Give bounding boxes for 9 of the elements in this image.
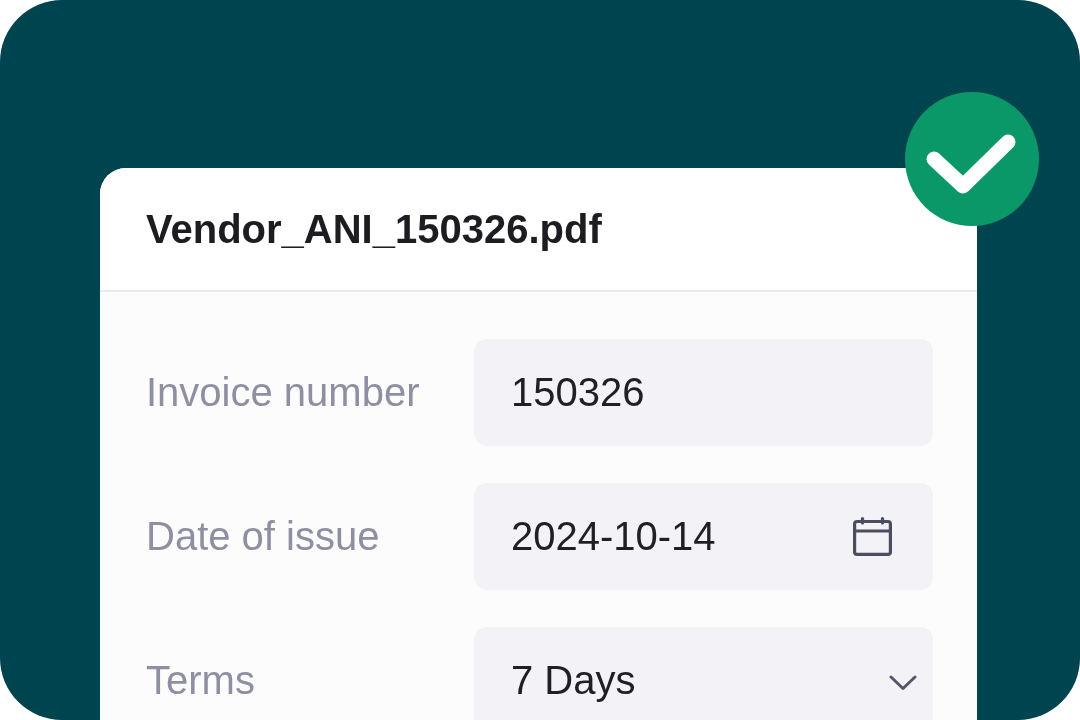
- dropdown-field[interactable]: 7 Days: [474, 627, 933, 720]
- field-label: Invoice number: [146, 370, 421, 415]
- date-field[interactable]: 2024-10-14: [474, 483, 933, 590]
- field-label: Terms: [146, 658, 256, 703]
- field-label: Date of issue: [146, 514, 381, 559]
- calendar-icon[interactable]: [853, 517, 892, 556]
- file-name-title: Vendor_ANI_150326.pdf: [146, 206, 602, 252]
- text-field[interactable]: 150326: [474, 339, 933, 446]
- chevron-down-icon[interactable]: [889, 674, 917, 691]
